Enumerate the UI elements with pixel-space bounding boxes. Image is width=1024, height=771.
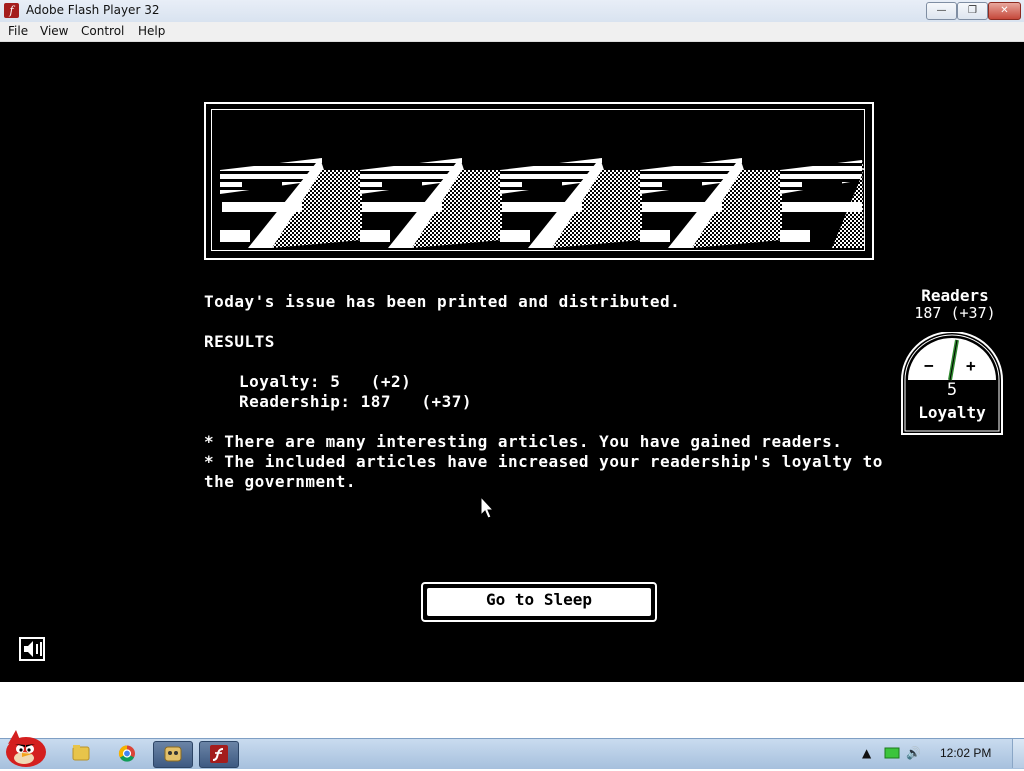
minimize-icon: — <box>936 5 947 16</box>
speaker-icon[interactable] <box>18 636 46 662</box>
readers-title: Readers <box>921 286 989 305</box>
menu-control[interactable]: Control <box>81 24 124 38</box>
game-icon <box>164 746 182 762</box>
readers-value: 187 (+37) <box>914 304 996 322</box>
go-to-sleep-label: Go to Sleep <box>427 588 651 616</box>
explorer-folder-icon <box>72 745 90 761</box>
taskbar-flash-player[interactable] <box>199 741 239 768</box>
chrome-icon <box>118 745 135 762</box>
result-note-2-continued: the government. <box>204 472 356 491</box>
gauge-plus: + <box>966 356 976 375</box>
gauge-minus: − <box>924 356 934 375</box>
mouse-cursor-icon <box>480 496 495 519</box>
close-button[interactable]: ✕ <box>988 2 1021 20</box>
gauge-value: 5 <box>946 380 958 400</box>
newspaper-banner <box>204 102 874 260</box>
menu-bar: File View Control Help <box>0 22 1024 42</box>
minimize-button[interactable]: — <box>926 2 957 20</box>
flash-stage[interactable]: Today's issue has been printed and distr… <box>0 42 1024 682</box>
network-icon[interactable] <box>884 746 900 760</box>
taskbar-game[interactable] <box>153 741 193 768</box>
go-to-sleep-button[interactable]: Go to Sleep <box>421 582 657 622</box>
window-title-bar[interactable]: f Adobe Flash Player 32 — ❐ ✕ <box>0 0 1024 23</box>
loyalty-result: Loyalty: 5 (+2) <box>239 372 412 391</box>
readership-result: Readership: 187 (+37) <box>239 392 473 411</box>
taskbar-clock[interactable]: 12:02 PM <box>940 746 991 760</box>
press-row <box>220 158 864 248</box>
close-icon: ✕ <box>1000 5 1009 16</box>
restore-button[interactable]: ❐ <box>957 2 988 20</box>
printing-press-illustration <box>211 109 865 251</box>
menu-help[interactable]: Help <box>138 24 165 38</box>
taskbar-explorer[interactable] <box>62 741 100 766</box>
volume-icon[interactable]: 🔊 <box>906 746 921 760</box>
flash-player-icon <box>210 745 228 763</box>
angry-birds-start-icon[interactable] <box>2 728 50 768</box>
window-title: Adobe Flash Player 32 <box>26 3 160 17</box>
taskbar-chrome[interactable] <box>108 741 146 766</box>
result-note-2: * The included articles have increased y… <box>204 452 883 471</box>
gauge-label: Loyalty <box>918 403 986 422</box>
restore-icon: ❐ <box>968 5 977 16</box>
result-note-1: * There are many interesting articles. Y… <box>204 432 843 451</box>
results-heading: RESULTS <box>204 332 275 351</box>
tray-arrow-icon[interactable]: ▲ <box>862 746 871 760</box>
status-message: Today's issue has been printed and distr… <box>204 292 681 311</box>
show-desktop-button[interactable] <box>1012 739 1024 768</box>
menu-file[interactable]: File <box>8 24 28 38</box>
flash-icon: f <box>4 3 19 18</box>
menu-view[interactable]: View <box>40 24 68 38</box>
